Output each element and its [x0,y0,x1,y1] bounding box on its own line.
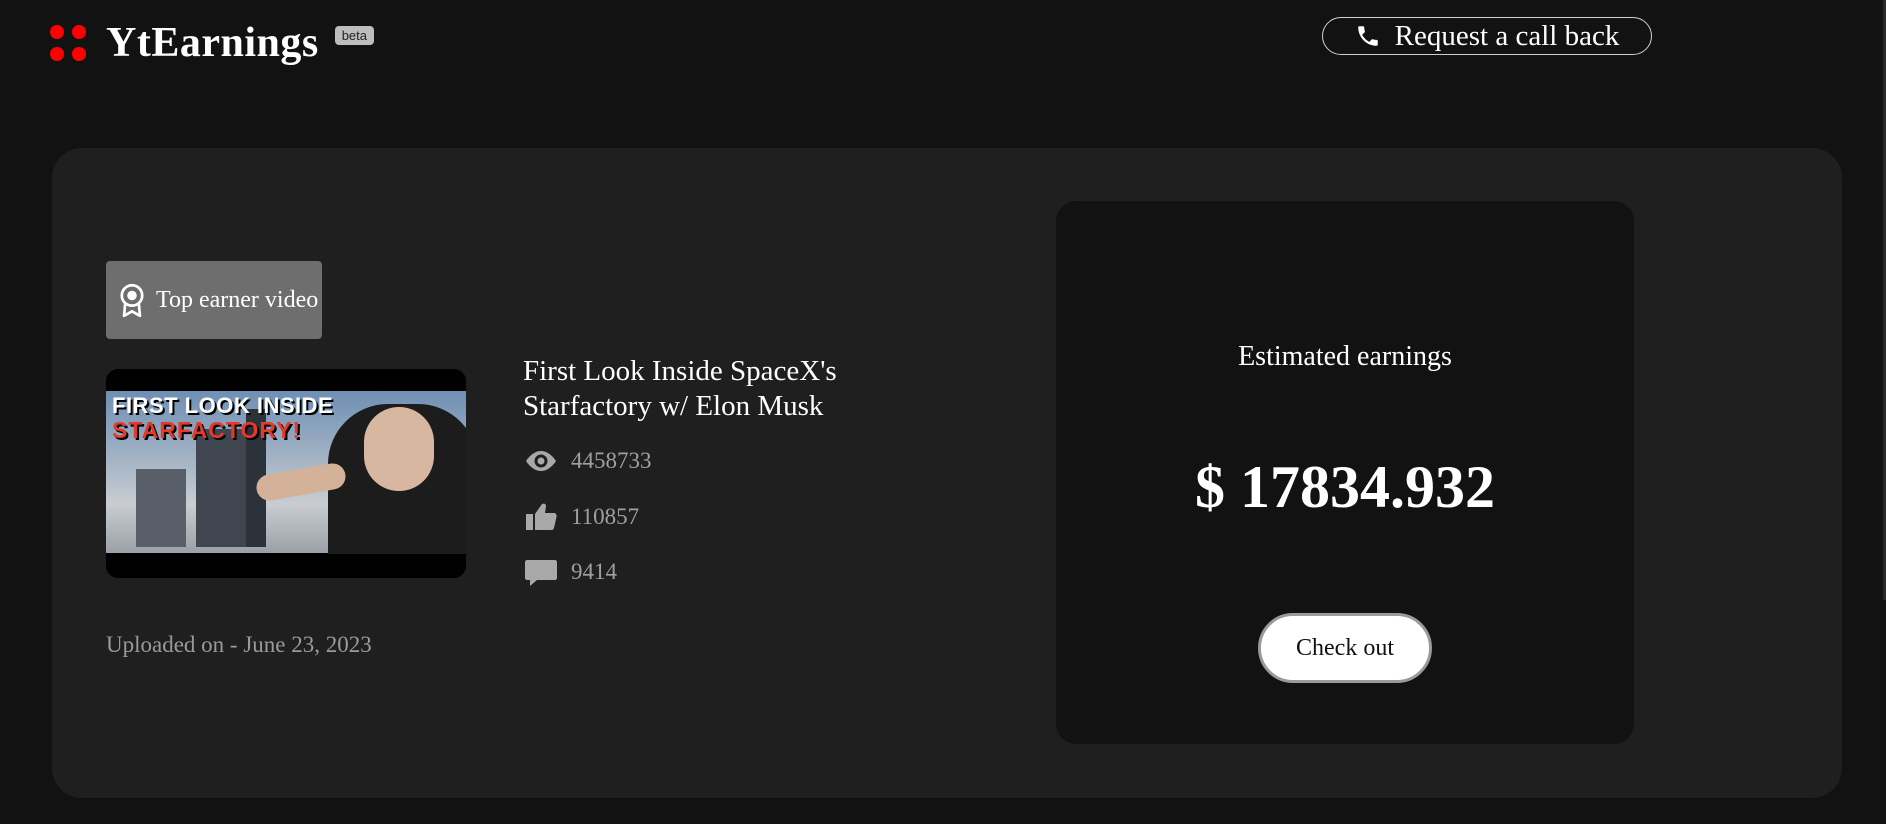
earnings-panel: Estimated earnings $ 17834.932 Check out [1056,201,1634,744]
thumbnail-text-line1: FIRST LOOK INSIDE [112,393,334,418]
beta-badge: beta [334,25,375,45]
comments-stat: 9414 [523,557,617,587]
views-stat: 4458733 [523,446,652,476]
views-count: 4458733 [571,448,652,473]
logo[interactable]: YtEarnings beta [50,20,375,66]
comment-icon [525,560,557,586]
likes-count: 110857 [571,504,640,529]
thumbnail-text-line2: STARFACTORY! [112,417,302,443]
estimated-earnings-label: Estimated earnings [1238,341,1452,372]
top-earner-label: Top earner video [156,286,319,313]
video-thumbnail[interactable]: FIRST LOOK INSIDE STARFACTORY! [106,369,466,578]
thumbs-up-icon [526,503,557,530]
video-title[interactable]: First Look Inside SpaceX's Starfactory w… [523,354,923,424]
top-earner-badge: Top earner video [106,261,322,339]
request-callback-button[interactable]: Request a call back [1322,17,1652,55]
estimated-earnings-value: $ 17834.932 [1195,454,1495,520]
request-callback-label: Request a call back [1394,19,1620,52]
checkout-button[interactable]: Check out [1258,613,1432,683]
logo-dots-icon [50,25,86,61]
comments-count: 9414 [571,559,617,584]
upload-date: Uploaded on - June 23, 2023 [106,632,372,657]
award-icon [120,283,144,317]
brand-name: YtEarnings [106,20,319,66]
likes-stat: 110857 [523,502,639,532]
video-earnings-card: Top earner video FIRST LOOK INSIDE STARF… [52,148,1842,798]
phone-icon [1357,26,1378,46]
eye-icon [526,451,556,471]
header: YtEarnings beta Request a call back [0,0,1886,90]
